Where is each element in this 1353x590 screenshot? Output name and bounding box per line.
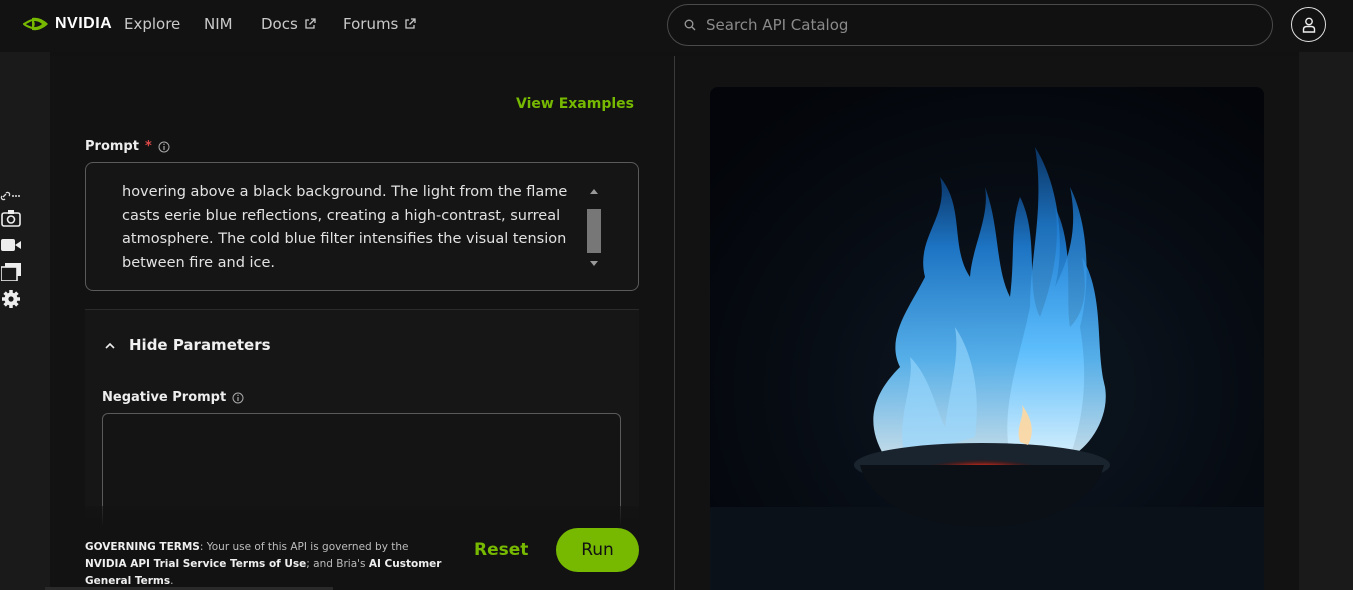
external-link-icon [305, 18, 316, 29]
right-rail [1299, 52, 1353, 590]
nav-docs-label: Docs [261, 15, 298, 33]
required-mark: * [144, 139, 152, 154]
scroll-down-arrow[interactable] [590, 261, 598, 266]
prompt-label: Prompt [85, 139, 139, 154]
view-examples-link[interactable]: View Examples [516, 96, 634, 112]
hide-parameters-label: Hide Parameters [129, 336, 271, 354]
nav-nim[interactable]: NIM [204, 15, 233, 33]
terms-text: . [170, 575, 174, 587]
link-icon[interactable] [0, 190, 22, 202]
camera-icon[interactable] [0, 208, 22, 228]
info-icon[interactable] [158, 141, 170, 153]
left-tool-rail [0, 52, 50, 590]
nav-forums[interactable]: Forums [343, 15, 417, 33]
terms-text: ; and Bria's [306, 558, 369, 570]
chevron-up-icon [105, 342, 115, 349]
video-icon[interactable] [0, 235, 22, 255]
prompt-text: hovering above a black background. The l… [122, 184, 568, 271]
settings-icon[interactable] [0, 289, 22, 309]
terms-heading: GOVERNING TERMS [85, 541, 200, 553]
governing-terms: GOVERNING TERMS: Your use of this API is… [85, 539, 450, 590]
gallery-icon[interactable] [0, 262, 22, 282]
negative-prompt-label-row: Negative Prompt [102, 390, 244, 405]
search-icon [684, 19, 696, 31]
external-link-icon [405, 18, 417, 29]
run-button[interactable]: Run [556, 528, 639, 572]
terms-text: : Your use of this API is governed by th… [199, 541, 409, 553]
nvidia-logo[interactable]: NVIDIA [23, 14, 112, 34]
trial-terms-link[interactable]: NVIDIA API Trial Service Terms of Use [85, 558, 306, 570]
search-input[interactable] [706, 16, 1246, 34]
scrollbar-thumb[interactable] [587, 209, 601, 253]
scroll-up-arrow[interactable] [590, 189, 598, 194]
nav-docs[interactable]: Docs [261, 15, 316, 33]
info-icon[interactable] [232, 392, 244, 404]
nvidia-eye-icon [23, 17, 48, 31]
nav-forums-label: Forums [343, 15, 399, 33]
user-icon [1302, 17, 1315, 33]
user-avatar-button[interactable] [1291, 7, 1326, 42]
prompt-label-row: Prompt * [85, 139, 170, 154]
search-bar[interactable] [667, 4, 1273, 46]
nav-explore[interactable]: Explore [124, 15, 180, 33]
brand-name: NVIDIA [55, 15, 113, 32]
top-navigation-bar: NVIDIA Explore NIM Docs Forums [0, 0, 1353, 52]
action-footer: GOVERNING TERMS: Your use of this API is… [50, 506, 674, 590]
negative-prompt-label: Negative Prompt [102, 390, 227, 405]
output-panel [675, 56, 1299, 590]
reset-button[interactable]: Reset [474, 540, 528, 560]
prompt-textarea[interactable]: hovering above a black background. The l… [85, 162, 639, 291]
generated-image [710, 87, 1264, 590]
hide-parameters-toggle[interactable]: Hide Parameters [105, 336, 271, 354]
